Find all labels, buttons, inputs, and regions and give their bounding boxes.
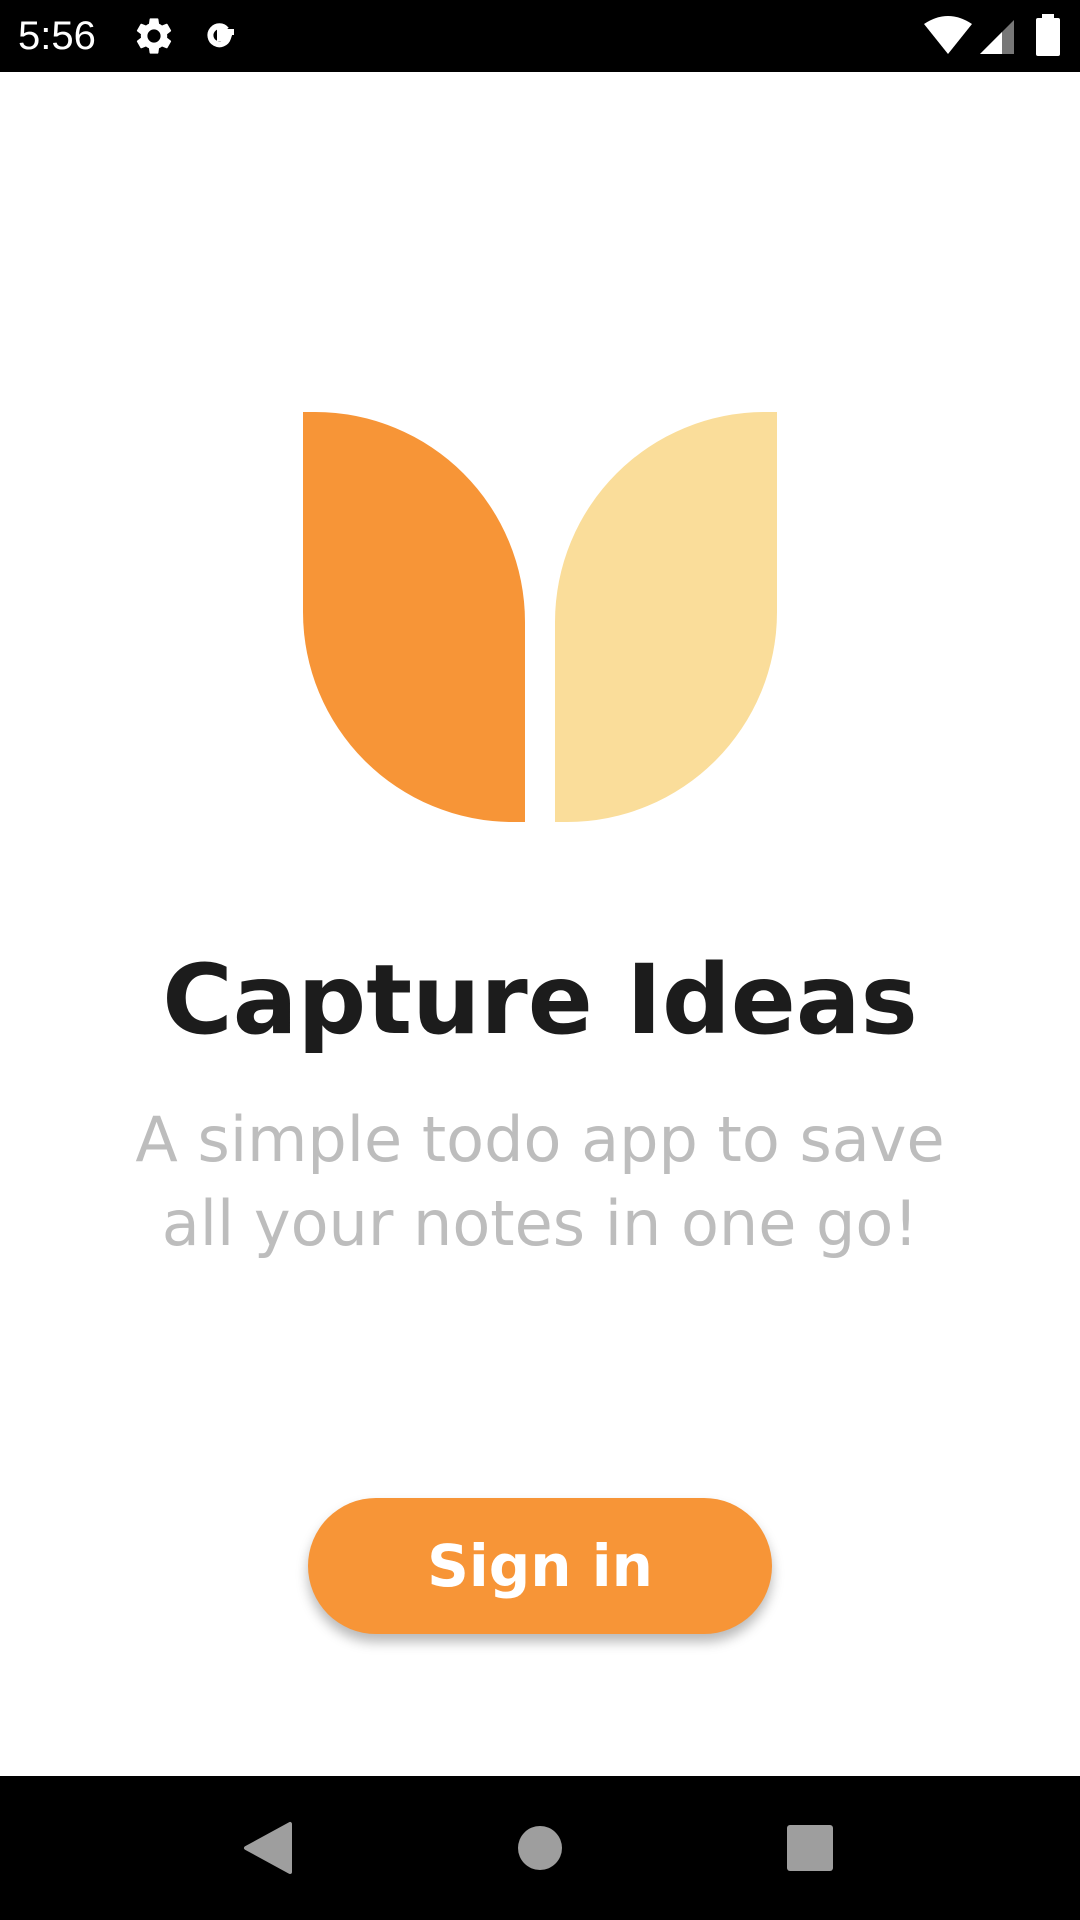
home-icon[interactable] (470, 1776, 610, 1920)
cellular-signal-icon (978, 14, 1022, 58)
page-subtitle: A simple todo app to save all your notes… (135, 1103, 945, 1260)
page-title: Capture Ideas (162, 944, 918, 1056)
recents-icon[interactable] (740, 1776, 880, 1920)
battery-icon (1030, 14, 1066, 58)
sign-in-button[interactable]: Sign in (308, 1498, 772, 1634)
back-icon[interactable] (198, 1776, 338, 1920)
status-time: 5:56 (18, 14, 96, 58)
gear-icon (132, 14, 176, 58)
leaf-logo-icon (303, 412, 777, 822)
navigation-bar (0, 1776, 1080, 1920)
wifi-icon (922, 14, 974, 58)
status-bar: 5:56 (0, 0, 1080, 72)
google-icon (198, 14, 242, 58)
